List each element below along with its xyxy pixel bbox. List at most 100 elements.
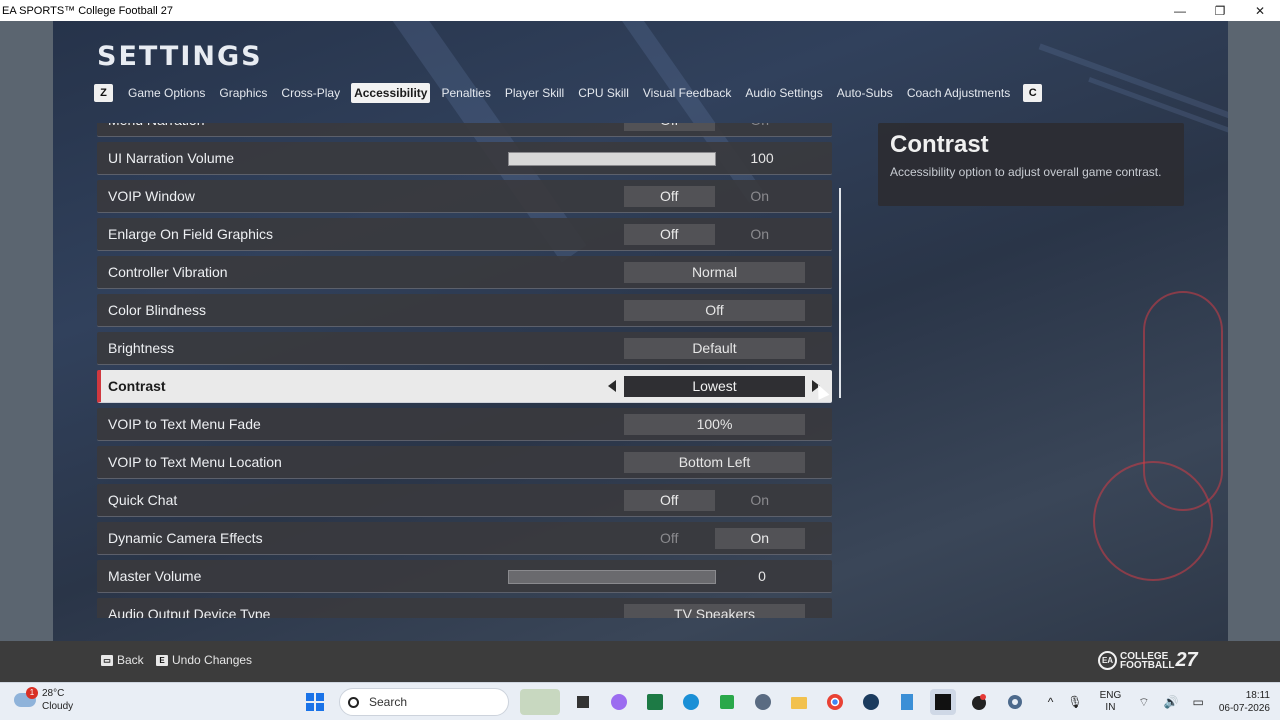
tab-player-skill[interactable]: Player Skill [498,83,571,103]
wifi-icon[interactable]: ⌔ [1138,695,1149,710]
setting-row-dynamic-camera-effects[interactable]: Dynamic Camera Effects Off On [97,522,832,555]
scanner-app-icon[interactable] [750,689,776,715]
edge-icon[interactable] [678,689,704,715]
tab-cross-play[interactable]: Cross-Play [274,83,347,103]
setting-value[interactable]: Default [624,338,805,359]
green-app-icon[interactable] [714,689,740,715]
setting-row-voip-window[interactable]: VOIP Window Off On [97,180,832,213]
toggle-off-option[interactable]: Off [624,186,715,207]
setting-toggle[interactable]: OffOn [624,528,805,549]
search-highlight-icon[interactable] [520,689,560,715]
toggle-off-option[interactable]: Off [624,123,715,131]
tab-graphics[interactable]: Graphics [212,83,274,103]
close-button[interactable]: ✕ [1240,0,1280,21]
taskbar-apps: Search [297,688,1033,716]
setting-value[interactable]: Bottom Left [624,452,805,473]
red-app-icon[interactable] [966,689,992,715]
weather-widget[interactable]: 1 28°C Cloudy [14,687,73,713]
tab-cpu-skill[interactable]: CPU Skill [571,83,636,103]
minimize-button[interactable]: — [1160,0,1200,21]
window-title-bar: EA SPORTS™ College Football 27 — ❐ ✕ [0,0,1280,21]
battery-icon[interactable]: ▭ [1193,695,1204,709]
slider-value: 0 [758,568,766,584]
setting-value[interactable]: Normal [624,262,805,283]
lang-region: IN [1105,702,1116,713]
tab-coach-adjustments[interactable]: Coach Adjustments [900,83,1017,103]
college-football-taskbar-icon[interactable] [930,689,956,715]
setting-label: Master Volume [108,568,202,584]
excel-icon[interactable] [642,689,668,715]
setting-row-contrast[interactable]: Contrast Lowest [97,370,832,403]
copilot-icon[interactable] [606,689,632,715]
volume-icon[interactable]: 🔊 [1164,695,1179,709]
weather-temp: 28°C [42,688,65,699]
letterbox-left [0,21,53,682]
chevron-up-icon[interactable]: ^ [1048,695,1054,709]
toggle-on-option[interactable]: On [715,186,806,207]
setting-toggle[interactable]: OffOn [624,186,805,207]
windows-start-icon[interactable] [302,689,328,715]
toggle-off-option[interactable]: Off [624,528,715,549]
setting-toggle[interactable]: OffOn [624,123,805,131]
game-viewport: SETTINGS Z Game Options Graphics Cross-P… [0,21,1280,682]
setting-row-ui-narration-volume[interactable]: UI Narration Volume 100 [97,142,832,175]
language-indicator[interactable]: ENG IN [1100,690,1122,714]
setting-row-color-blindness[interactable]: Color Blindness Off [97,294,832,327]
tab-game-options[interactable]: Game Options [121,83,212,103]
maximize-button[interactable]: ❐ [1200,0,1240,21]
setting-toggle[interactable]: OffOn [624,490,805,511]
tab-auto-subs[interactable]: Auto-Subs [830,83,900,103]
microphone-icon[interactable]: 🎙 [1067,695,1082,709]
chrome-icon[interactable] [822,689,848,715]
tab-next-key[interactable]: C [1023,84,1043,102]
task-view-icon[interactable] [570,689,596,715]
clock[interactable]: 18:11 06-07-2026 [1219,689,1270,715]
back-key-icon: ▭ [101,654,113,666]
windows-taskbar: 1 28°C Cloudy Search ^ 🎙 ENG IN ⌔ 🔊 ▭ 18… [0,682,1280,720]
letterbox-right [1228,21,1280,682]
toggle-on-option[interactable]: On [714,528,805,549]
setting-slider[interactable] [508,152,716,166]
setting-value[interactable]: Lowest [624,376,805,397]
toggle-off-option[interactable]: Off [624,490,715,511]
setting-value[interactable]: Off [624,300,805,321]
steam-icon[interactable] [858,689,884,715]
taskbar-search-input[interactable]: Search [339,688,509,716]
page-title: SETTINGS [97,41,263,72]
lang-code: ENG [1099,690,1122,701]
setting-row-brightness[interactable]: Brightness Default [97,332,832,365]
setting-label: Dynamic Camera Effects [108,530,263,546]
toggle-on-option[interactable]: On [715,123,806,131]
setting-row-audio-output-device-type[interactable]: Audio Output Device Type TV Speakers [97,598,832,618]
setting-label: Contrast [108,378,166,394]
tab-prev-key[interactable]: Z [94,84,113,102]
setting-label: VOIP Window [108,188,195,204]
setting-toggle[interactable]: OffOn [624,224,805,245]
tab-visual-feedback[interactable]: Visual Feedback [636,83,739,103]
setting-value[interactable]: 100% [624,414,805,435]
arrow-left-icon[interactable] [608,380,616,392]
toggle-on-option[interactable]: On [715,224,806,245]
setting-row-quick-chat[interactable]: Quick Chat Off On [97,484,832,517]
setting-slider[interactable] [508,570,716,584]
setting-value[interactable]: TV Speakers [624,604,805,618]
undo-changes-hint[interactable]: E Undo Changes [156,653,252,667]
setting-row-voip-to-text-menu-location[interactable]: VOIP to Text Menu Location Bottom Left [97,446,832,479]
file-explorer-icon[interactable] [786,689,812,715]
back-hint[interactable]: ▭ Back [101,653,144,667]
slider-fill [509,153,715,165]
setting-row-master-volume[interactable]: Master Volume 0 [97,560,832,593]
setting-row-controller-vibration[interactable]: Controller Vibration Normal [97,256,832,289]
setting-row-menu-narration[interactable]: Menu Narration OffOn [97,123,832,137]
notepad-icon[interactable] [894,689,920,715]
tab-penalties[interactable]: Penalties [434,83,497,103]
toggle-off-option[interactable]: Off [624,224,715,245]
tab-audio-settings[interactable]: Audio Settings [738,83,829,103]
toggle-on-option[interactable]: On [715,490,806,511]
settings-gear-icon[interactable] [1002,689,1028,715]
setting-row-voip-to-text-menu-fade[interactable]: VOIP to Text Menu Fade 100% [97,408,832,441]
logo-number: 27 [1175,649,1198,671]
setting-row-enlarge-on-field-graphics[interactable]: Enlarge On Field Graphics Off On [97,218,832,251]
tab-accessibility[interactable]: Accessibility [351,83,431,103]
settings-scrollbar[interactable] [839,188,841,398]
